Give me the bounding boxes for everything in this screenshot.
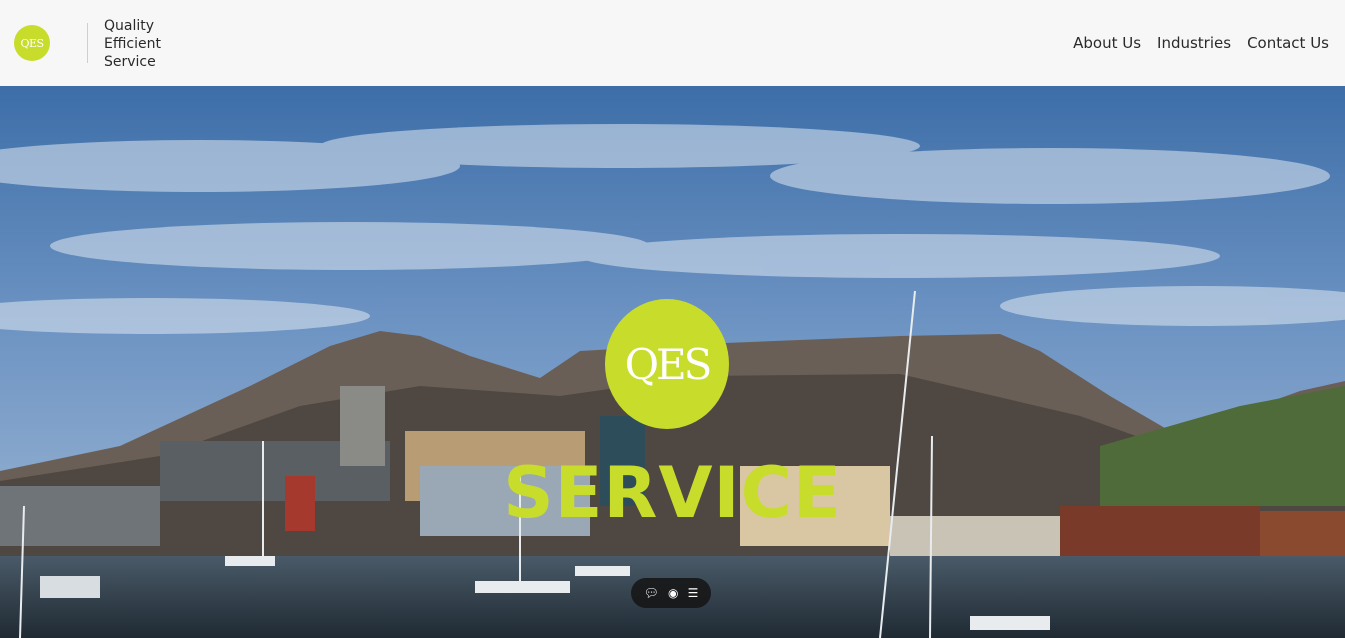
qes-logo[interactable]: QES [14, 25, 50, 61]
hero-qes-logo: QES [605, 299, 729, 429]
tagline-quality: Quality [104, 18, 155, 34]
chat-icon[interactable]: 💬︎ [644, 587, 659, 599]
main-nav: About Us Industries Contact Us [1073, 34, 1329, 52]
logo-text: QES [20, 36, 44, 50]
tagline-service: Service [104, 54, 156, 70]
tagline: Quality Efficient Service [104, 17, 161, 71]
hero-section: QES [0, 86, 1345, 638]
nav-contact-us[interactable]: Contact Us [1247, 34, 1329, 52]
eye-icon[interactable]: ◉ [668, 587, 678, 599]
header-divider [87, 23, 88, 63]
nav-about-us[interactable]: About Us [1073, 34, 1141, 52]
nav-industries[interactable]: Industries [1157, 34, 1231, 52]
tagline-efficient: Efficient [104, 36, 161, 52]
site-header: QES Quality Efficient Service About Us I… [0, 0, 1345, 86]
hero-title: SERVICE [503, 452, 842, 534]
menu-icon[interactable]: ☰ [688, 587, 699, 599]
floating-toolbar: 💬︎ ◉ ☰ [631, 578, 711, 608]
hero-logo-text: QES [624, 339, 713, 389]
